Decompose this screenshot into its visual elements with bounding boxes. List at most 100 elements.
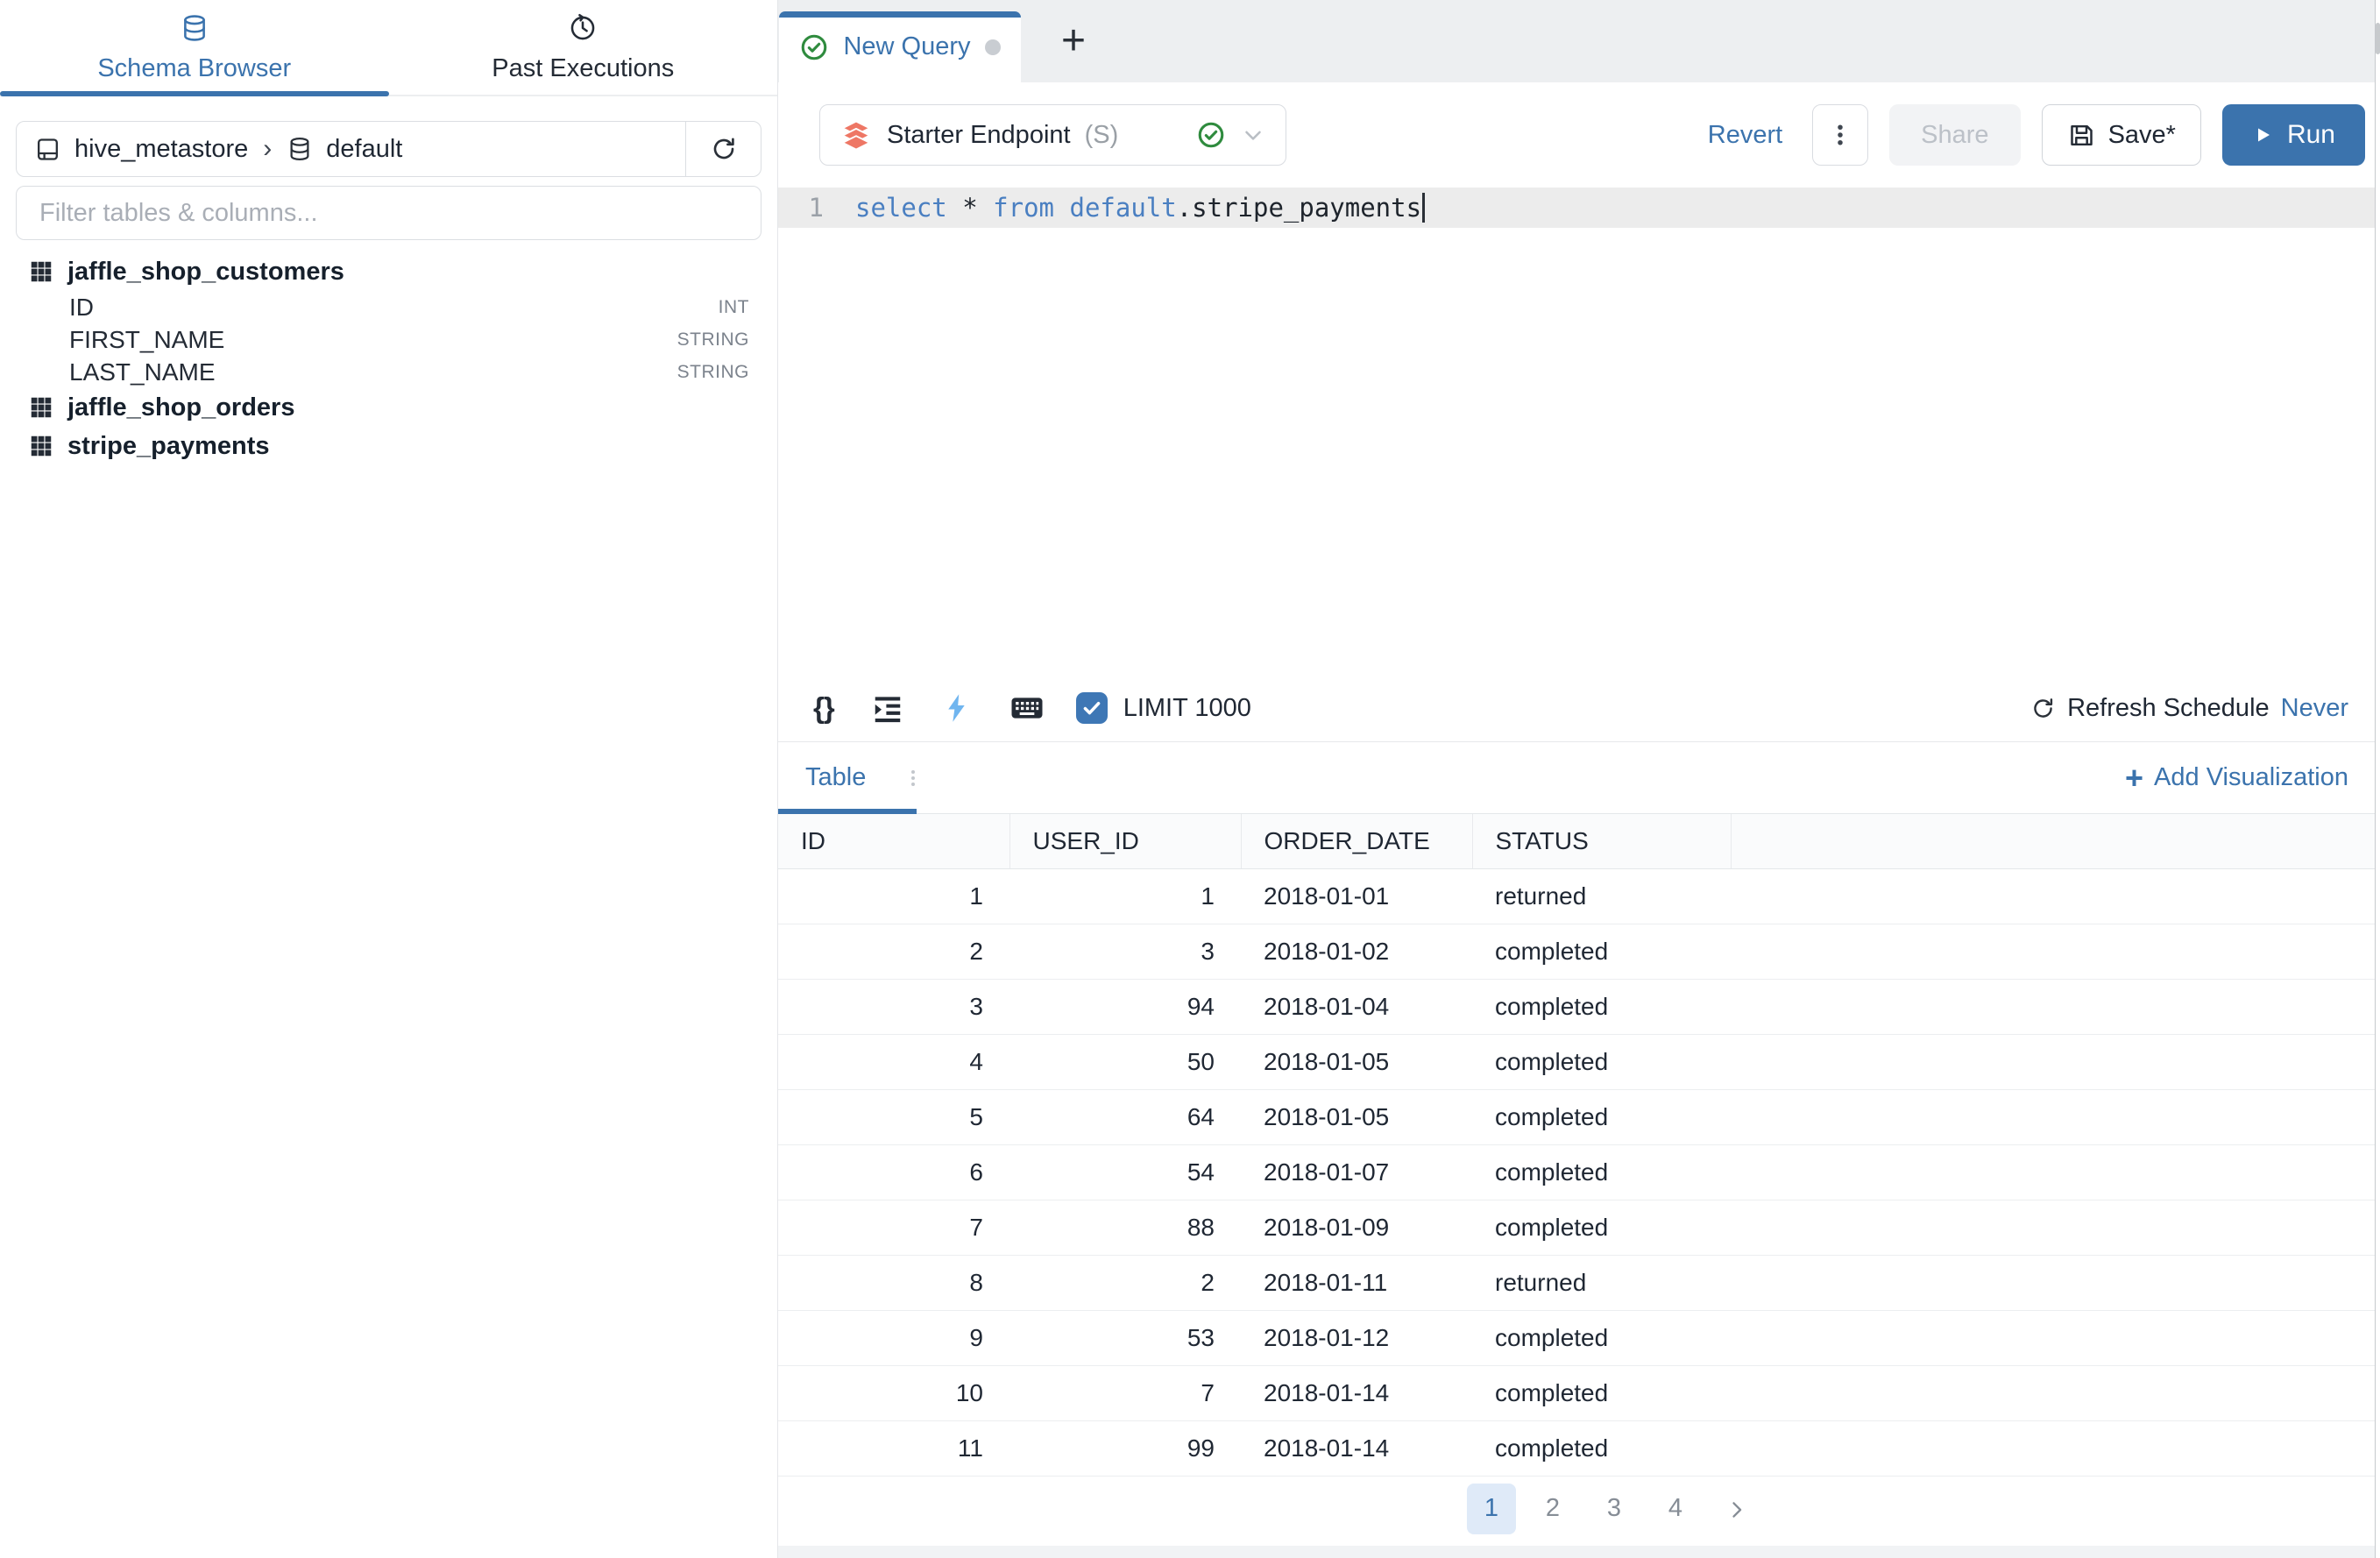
limit-checkbox[interactable] bbox=[1076, 692, 1108, 724]
page-button[interactable]: 1 bbox=[1467, 1484, 1516, 1534]
breadcrumb[interactable]: hive_metastore › default bbox=[17, 134, 685, 164]
more-options-button[interactable] bbox=[1812, 104, 1868, 166]
schema-column-item[interactable]: FIRST_NAMESTRING bbox=[28, 323, 749, 356]
share-button[interactable]: Share bbox=[1889, 104, 2020, 166]
table-cell: 10 bbox=[778, 1365, 1009, 1420]
pagination: 1234 bbox=[813, 1484, 2380, 1534]
table-cell: 8 bbox=[778, 1255, 1009, 1310]
sql-token bbox=[947, 193, 962, 223]
horizontal-scroll-track[interactable] bbox=[778, 1546, 2380, 1558]
table-row[interactable]: 9532018-01-12completed bbox=[778, 1310, 2380, 1365]
column-header[interactable]: ORDER_DATE bbox=[1241, 814, 1472, 868]
keyboard-shortcuts-icon[interactable] bbox=[1009, 690, 1045, 726]
table-name: jaffle_shop_orders bbox=[67, 393, 294, 422]
page-button[interactable]: 4 bbox=[1651, 1484, 1700, 1534]
tab-past-executions[interactable]: Past Executions bbox=[389, 0, 778, 95]
scrollbar-thumb[interactable] bbox=[2376, 23, 2380, 54]
query-tab-new-query[interactable]: New Query bbox=[779, 11, 1021, 82]
save-button[interactable]: Save* bbox=[2042, 104, 2201, 166]
table-cell: completed bbox=[1472, 1200, 1731, 1255]
schema-list: jaffle_shop_customersIDINTFIRST_NAMESTRI… bbox=[0, 240, 777, 465]
breadcrumb-catalog[interactable]: hive_metastore bbox=[74, 135, 248, 164]
schema-table-item[interactable]: jaffle_shop_customers bbox=[28, 252, 749, 291]
sql-token: select bbox=[855, 193, 947, 223]
page-button[interactable]: 2 bbox=[1528, 1484, 1577, 1534]
table-cell: 9 bbox=[778, 1310, 1009, 1365]
run-label: Run bbox=[2287, 120, 2335, 150]
table-row[interactable]: 3942018-01-04completed bbox=[778, 979, 2380, 1034]
table-row[interactable]: 4502018-01-05completed bbox=[778, 1034, 2380, 1089]
table-cell-filler bbox=[1731, 1420, 2380, 1476]
add-visualization-button[interactable]: + Add Visualization bbox=[2125, 762, 2348, 794]
table-cell: 94 bbox=[1009, 979, 1241, 1034]
column-type: STRING bbox=[677, 329, 749, 351]
table-cell: 4 bbox=[778, 1034, 1009, 1089]
sql-editor-line[interactable]: 1 select * from default.stripe_payments bbox=[778, 188, 2380, 228]
refresh-icon bbox=[710, 135, 738, 163]
table-cell-filler bbox=[1731, 1200, 2380, 1255]
table-cell: 64 bbox=[1009, 1089, 1241, 1144]
save-label: Save* bbox=[2108, 121, 2176, 150]
table-cell: 5 bbox=[778, 1089, 1009, 1144]
table-cell: 3 bbox=[778, 979, 1009, 1034]
schema-column-item[interactable]: IDINT bbox=[28, 291, 749, 323]
schema-table-item[interactable]: stripe_payments bbox=[28, 427, 749, 465]
page-button[interactable]: 3 bbox=[1590, 1484, 1639, 1534]
sql-token bbox=[1054, 193, 1069, 223]
column-name: LAST_NAME bbox=[69, 358, 216, 386]
table-cell: 2018-01-09 bbox=[1241, 1200, 1472, 1255]
results-table: IDUSER_IDORDER_DATESTATUS 112018-01-01re… bbox=[778, 814, 2380, 1477]
visualization-kebab-icon[interactable] bbox=[903, 768, 924, 789]
schema-column-item[interactable]: LAST_NAMESTRING bbox=[28, 356, 749, 388]
history-icon bbox=[568, 12, 598, 44]
query-tabstrip: New Query + bbox=[778, 0, 2380, 82]
indent-icon[interactable] bbox=[871, 691, 904, 725]
column-header[interactable]: STATUS bbox=[1472, 814, 1731, 868]
table-cell: completed bbox=[1472, 1089, 1731, 1144]
vertical-scrollbar[interactable] bbox=[2375, 0, 2380, 1558]
table-cell: completed bbox=[1472, 1420, 1731, 1476]
sidebar-tab-label: Schema Browser bbox=[97, 54, 291, 83]
endpoint-selector[interactable]: Starter Endpoint (S) bbox=[819, 104, 1286, 166]
table-cell-filler bbox=[1731, 1310, 2380, 1365]
tab-table-visualization[interactable]: Table bbox=[805, 763, 866, 792]
sql-token: * bbox=[962, 193, 977, 223]
run-button[interactable]: Run bbox=[2222, 104, 2365, 166]
column-header[interactable]: ID bbox=[778, 814, 1009, 868]
sidebar-tabs: Schema Browser Past Executions bbox=[0, 0, 777, 96]
revert-button[interactable]: Revert bbox=[1708, 121, 1782, 150]
schema-table-item[interactable]: jaffle_shop_orders bbox=[28, 388, 749, 427]
column-header[interactable]: USER_ID bbox=[1009, 814, 1241, 868]
table-cell: 2 bbox=[778, 924, 1009, 979]
refresh-schedule-value[interactable]: Never bbox=[2281, 694, 2348, 723]
sql-editor[interactable]: 1 select * from default.stripe_payments bbox=[778, 188, 2380, 675]
catalog-icon bbox=[34, 136, 61, 163]
table-cell: 2018-01-14 bbox=[1241, 1420, 1472, 1476]
next-page-button[interactable] bbox=[1712, 1484, 1761, 1534]
table-row[interactable]: 232018-01-02completed bbox=[778, 924, 2380, 979]
table-row[interactable]: 112018-01-01returned bbox=[778, 868, 2380, 924]
lightning-icon[interactable] bbox=[941, 692, 973, 724]
query-tab-label: New Query bbox=[843, 32, 970, 61]
table-row[interactable]: 5642018-01-05completed bbox=[778, 1089, 2380, 1144]
table-cell: 6 bbox=[778, 1144, 1009, 1200]
table-row[interactable]: 6542018-01-07completed bbox=[778, 1144, 2380, 1200]
tab-schema-browser[interactable]: Schema Browser bbox=[0, 0, 389, 95]
table-row[interactable]: 11992018-01-14completed bbox=[778, 1420, 2380, 1476]
table-cell: 2018-01-12 bbox=[1241, 1310, 1472, 1365]
limit-toggle[interactable]: LIMIT 1000 bbox=[1076, 692, 1251, 724]
table-row[interactable]: 1072018-01-14completed bbox=[778, 1365, 2380, 1420]
schema-icon bbox=[287, 136, 313, 162]
refresh-schedule: Refresh Schedule Never bbox=[2030, 694, 2348, 723]
table-row[interactable]: 7882018-01-09completed bbox=[778, 1200, 2380, 1255]
table-row[interactable]: 822018-01-11returned bbox=[778, 1255, 2380, 1310]
breadcrumb-schema[interactable]: default bbox=[326, 135, 402, 164]
refresh-schema-button[interactable] bbox=[685, 122, 761, 176]
table-cell-filler bbox=[1731, 1365, 2380, 1420]
format-query-icon[interactable]: {} bbox=[813, 691, 834, 725]
limit-label: LIMIT 1000 bbox=[1123, 694, 1251, 723]
unsaved-indicator-dot bbox=[985, 39, 1001, 55]
filter-tables-input[interactable] bbox=[16, 186, 761, 240]
add-tab-button[interactable]: + bbox=[1061, 20, 1086, 62]
table-cell: 54 bbox=[1009, 1144, 1241, 1200]
